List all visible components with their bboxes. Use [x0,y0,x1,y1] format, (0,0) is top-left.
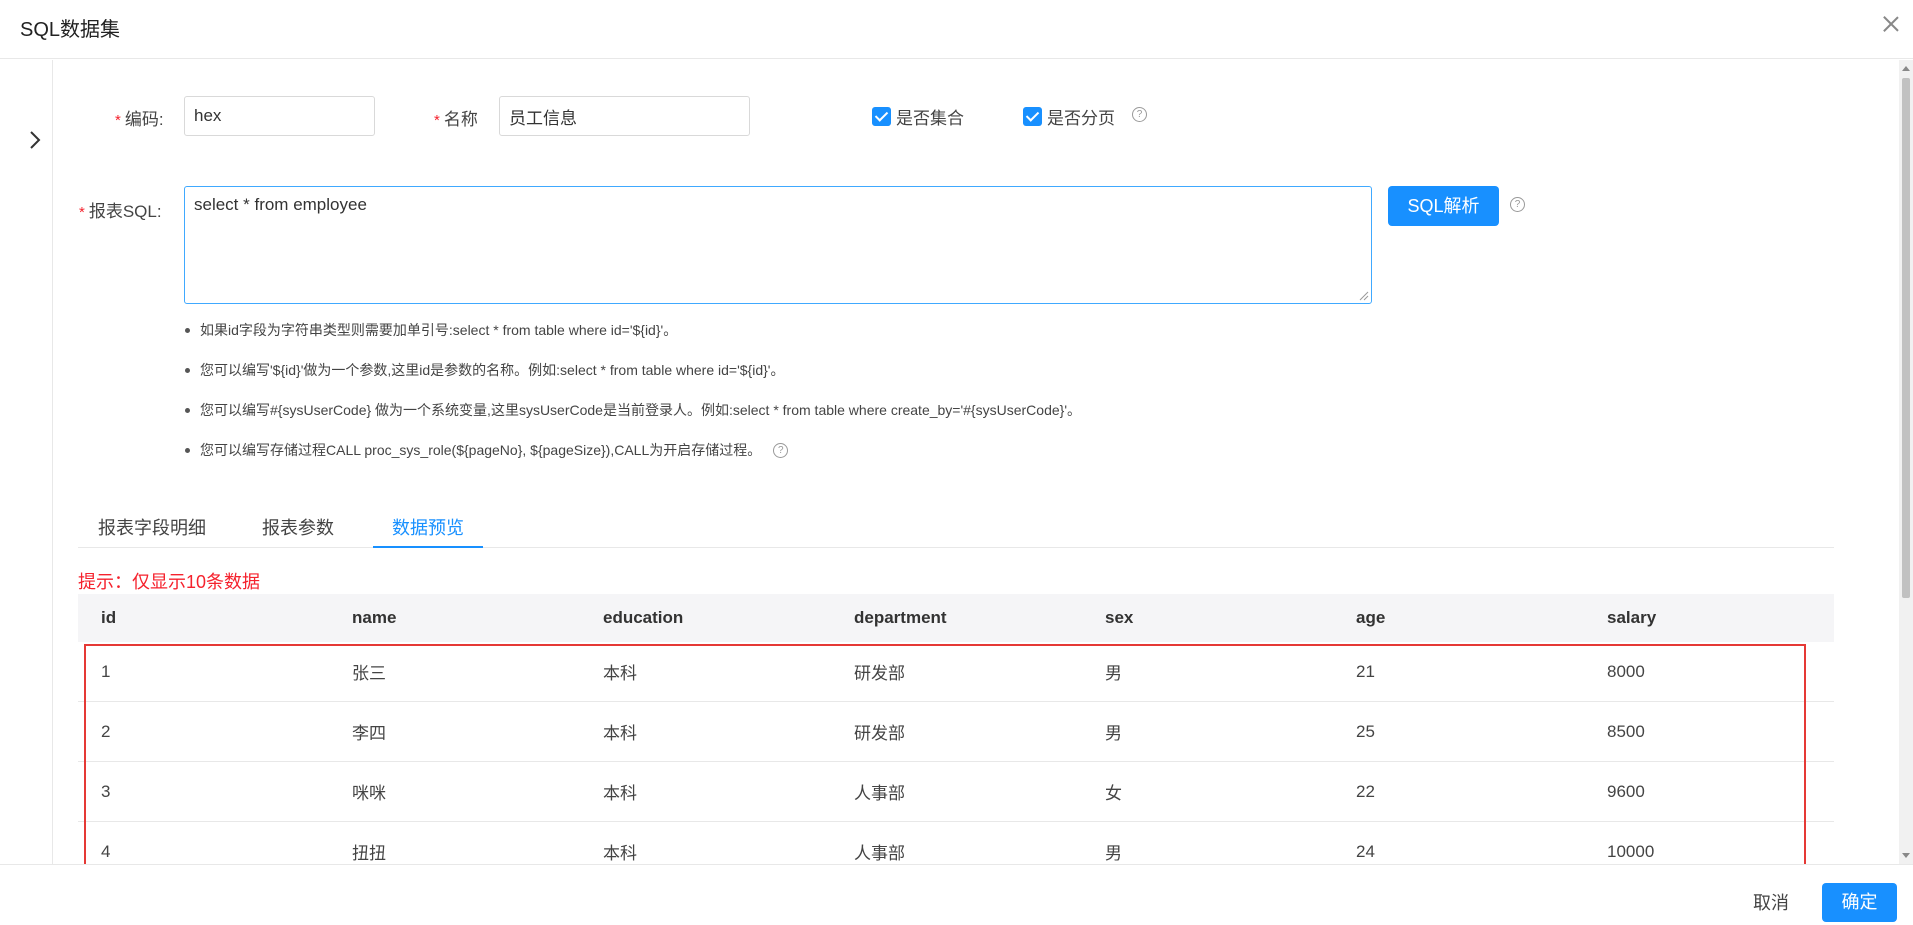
table-row: 2 李四 本科 研发部 男 25 8500 [78,702,1834,762]
table-row: 3 咪咪 本科 人事部 女 22 9600 [78,762,1834,822]
question-circle-icon[interactable]: ? [1132,107,1147,122]
scroll-thumb[interactable] [1902,78,1910,598]
table-cell: 25 [1356,721,1375,741]
table-cell: 本科 [603,724,637,743]
tab-bar: 报表字段明细 报表参数 数据预览 [78,508,1834,548]
question-circle-icon[interactable]: ? [1510,197,1525,212]
table-cell: 男 [1105,844,1122,863]
is-paging-label: 是否分页 [1047,109,1115,128]
table-cell: 扭扭 [352,844,386,863]
table-cell: 本科 [603,784,637,803]
is-paging-checkbox[interactable]: 是否分页 [1023,104,1115,129]
modal-footer: 取消 确定 [0,864,1913,925]
tab-report-params[interactable]: 报表参数 [262,514,334,540]
column-header: sex [1105,608,1134,627]
table-cell: 1 [101,661,111,681]
sql-textarea[interactable]: select * from employee [184,186,1372,304]
checkbox-checked-icon[interactable] [872,107,891,126]
hint-item: 如果id字段为字符串类型则需要加单引号:select * from table … [185,318,1081,358]
table-cell: 8000 [1607,661,1645,681]
column-header: age [1356,608,1386,627]
table-cell: 李四 [352,724,386,743]
confirm-button[interactable]: 确定 [1822,883,1897,922]
table-cell: 3 [101,781,111,801]
hint-list: 如果id字段为字符串类型则需要加单引号:select * from table … [185,318,1081,478]
table-cell: 女 [1105,784,1122,803]
hint-item: 您可以编写'${id}'做为一个参数,这里id是参数的名称。例如:select … [185,358,1081,398]
table-cell: 张三 [352,664,386,683]
table-cell: 男 [1105,664,1122,683]
question-circle-icon[interactable]: ? [773,442,789,458]
column-header: salary [1607,608,1657,627]
hint-text: 您可以编写#{sysUserCode} 做为一个系统变量,这里sysUserCo… [200,402,1081,418]
hint-item: 您可以编写#{sysUserCode} 做为一个系统变量,这里sysUserCo… [185,398,1081,438]
vertical-scrollbar[interactable] [1899,60,1913,864]
table-header-row: id name education department sex age sal… [78,594,1834,642]
is-collection-checkbox[interactable]: 是否集合 [872,104,964,129]
cancel-button[interactable]: 取消 [1753,889,1789,915]
table-cell: 人事部 [854,844,905,863]
side-rail [0,60,53,864]
checkbox-checked-icon[interactable] [1023,107,1042,126]
hint-text: 您可以编写存储过程CALL proc_sys_role(${pageNo}, $… [200,442,762,458]
modal-header: SQL数据集 [0,0,1913,59]
close-icon[interactable] [1881,14,1901,34]
preview-table: id name education department sex age sal… [78,594,1834,882]
column-header: id [101,608,117,627]
scroll-down-arrow-icon[interactable] [1902,853,1910,858]
tab-data-preview[interactable]: 数据预览 [392,514,464,540]
table-cell: 22 [1356,781,1375,801]
table-cell: 4 [101,841,111,861]
hint-text: 如果id字段为字符串类型则需要加单引号:select * from table … [200,322,678,338]
column-header: education [603,608,684,627]
modal-title: SQL数据集 [20,19,121,41]
table-cell: 21 [1356,661,1375,681]
table-cell: 人事部 [854,784,905,803]
table-cell: 咪咪 [352,784,386,803]
sql-text: select * from employee [194,195,367,214]
hint-item: 您可以编写存储过程CALL proc_sys_role(${pageNo}, $… [185,438,1081,478]
sql-label: * 报表SQL: [79,202,162,221]
table-row: 1 张三 本科 研发部 男 21 8000 [78,642,1834,702]
sql-parse-button[interactable]: SQL解析 [1388,186,1499,226]
name-label: * 名称 [434,110,478,129]
table-cell: 10000 [1607,841,1655,861]
table-cell: 24 [1356,841,1375,861]
column-header: name [352,608,397,627]
table-cell: 本科 [603,664,637,683]
name-input[interactable] [499,96,750,136]
code-label: * 编码: [115,110,164,129]
hint-text: 您可以编写'${id}'做为一个参数,这里id是参数的名称。例如:select … [200,362,785,378]
table-cell: 本科 [603,844,637,863]
preview-notice: 提示：仅显示10条数据 [78,572,261,592]
tab-field-details[interactable]: 报表字段明细 [98,514,206,540]
scroll-up-arrow-icon[interactable] [1902,66,1910,71]
table-cell: 8500 [1607,721,1645,741]
table-cell: 男 [1105,724,1122,743]
active-tab-indicator [373,546,483,548]
table-cell: 研发部 [854,664,905,683]
resize-grip-icon[interactable] [1359,291,1369,301]
table-cell: 2 [101,721,111,741]
code-input[interactable] [184,96,375,136]
is-collection-label: 是否集合 [896,109,964,128]
table-cell: 研发部 [854,724,905,743]
chevron-right-icon[interactable] [25,130,45,150]
column-header: department [854,608,947,627]
table-cell: 9600 [1607,781,1645,801]
